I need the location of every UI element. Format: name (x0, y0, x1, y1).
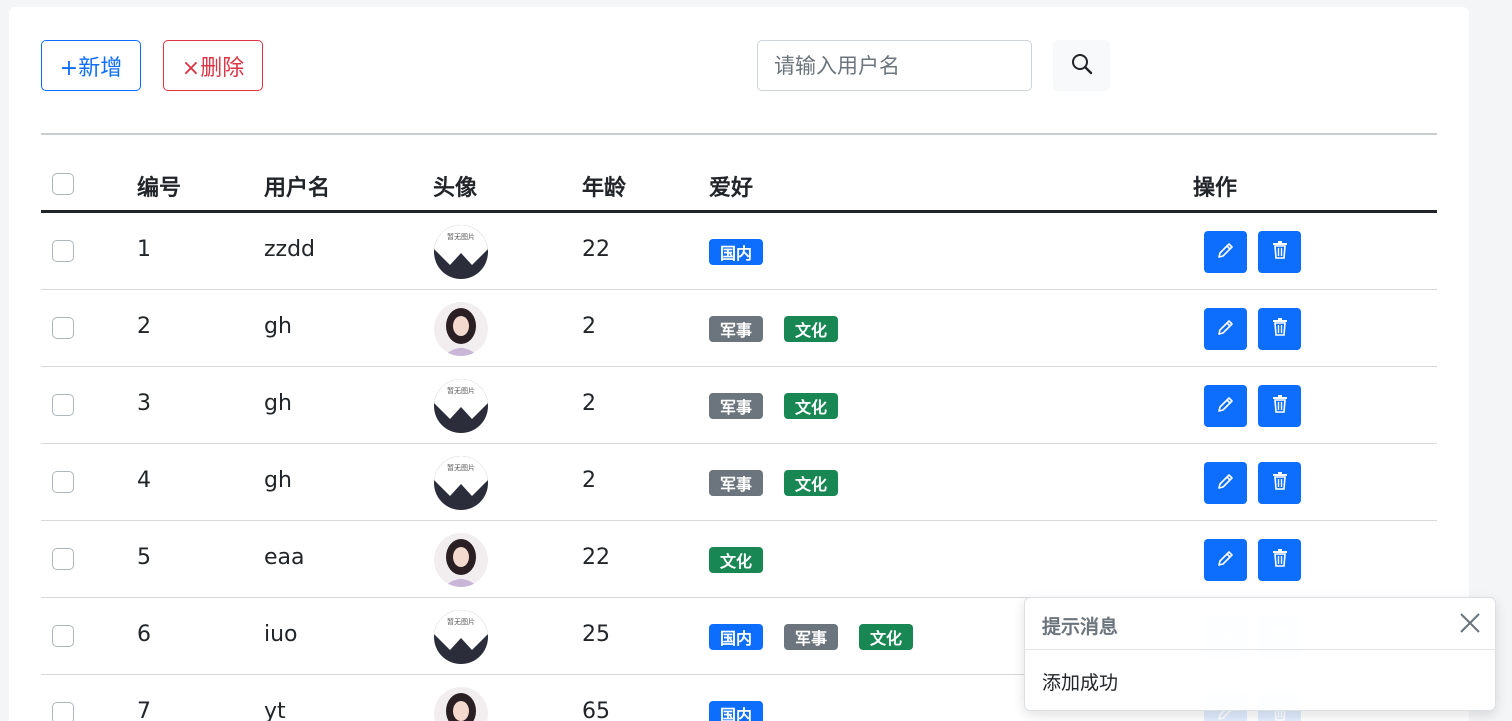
delete-row-button[interactable] (1258, 231, 1301, 273)
row-checkbox[interactable] (52, 240, 74, 262)
toast-header: 提示消息 (1025, 598, 1495, 650)
hobby-badge: 国内 (709, 701, 763, 721)
header-hobby: 爱好 (709, 176, 754, 201)
edit-button[interactable] (1204, 462, 1247, 504)
row-age: 65 (582, 699, 610, 721)
row-id: 2 (137, 314, 151, 339)
search-icon (1070, 52, 1094, 79)
username-search-input[interactable] (757, 40, 1032, 91)
row-age: 22 (582, 237, 610, 262)
delete-row-button[interactable] (1258, 308, 1301, 350)
pencil-icon (1216, 548, 1236, 572)
pencil-icon (1216, 240, 1236, 264)
avatar: 暂无图片 (434, 456, 488, 510)
hobby-badge: 文化 (784, 316, 838, 342)
table-row: 4 gh 暂无图片 2 军事 文化 (41, 444, 1437, 521)
avatar (434, 302, 488, 356)
svg-text:暂无图片: 暂无图片 (447, 617, 475, 626)
search-button[interactable] (1053, 40, 1110, 91)
row-checkbox[interactable] (52, 548, 74, 570)
avatar (434, 687, 488, 721)
divider (41, 133, 1437, 135)
avatar: 暂无图片 (434, 379, 488, 433)
toast-title: 提示消息 (1042, 616, 1119, 638)
table-row: 3 gh 暂无图片 2 军事 文化 (41, 367, 1437, 444)
edit-button[interactable] (1204, 308, 1247, 350)
hobby-badge: 军事 (709, 316, 763, 342)
avatar: 暂无图片 (434, 225, 488, 279)
table-header: 编号 用户名 头像 年龄 爱好 操作 (41, 158, 1437, 213)
row-id: 6 (137, 622, 151, 647)
close-icon[interactable] (1457, 610, 1483, 636)
toast-message: 添加成功 (1042, 672, 1119, 694)
table-row: 5 eaa 22 文化 (41, 521, 1437, 598)
table-row: 1 zzdd 暂无图片 22 国内 (41, 213, 1437, 290)
delete-row-button[interactable] (1258, 462, 1301, 504)
header-username: 用户名 (264, 176, 331, 201)
row-checkbox[interactable] (52, 702, 74, 721)
header-age: 年龄 (582, 176, 627, 201)
row-username: zzdd (264, 237, 316, 262)
svg-text:暂无图片: 暂无图片 (447, 386, 475, 395)
row-id: 4 (137, 468, 151, 493)
row-username: yt (264, 699, 286, 721)
hobby-badge: 国内 (709, 239, 763, 265)
row-age: 25 (582, 622, 610, 647)
row-checkbox[interactable] (52, 317, 74, 339)
svg-text:暂无图片: 暂无图片 (447, 232, 475, 241)
row-checkbox[interactable] (52, 394, 74, 416)
hobby-badge: 国内 (709, 624, 763, 650)
row-checkbox[interactable] (52, 471, 74, 493)
pencil-icon (1216, 471, 1236, 495)
trash-icon (1270, 548, 1290, 572)
pencil-icon (1216, 394, 1236, 418)
hobby-badge: 军事 (709, 470, 763, 496)
avatar (434, 533, 488, 587)
edit-button[interactable] (1204, 385, 1247, 427)
row-checkbox[interactable] (52, 625, 74, 647)
trash-icon (1270, 317, 1290, 341)
add-button[interactable]: +新增 (41, 40, 141, 91)
hobby-badge: 军事 (709, 393, 763, 419)
hobby-badge: 文化 (784, 470, 838, 496)
trash-icon (1270, 471, 1290, 495)
table-row: 2 gh 2 军事 文化 (41, 290, 1437, 367)
header-actions: 操作 (1193, 176, 1238, 201)
row-username: iuo (264, 622, 298, 647)
hobby-badge: 文化 (859, 624, 913, 650)
delete-row-button[interactable] (1258, 385, 1301, 427)
toast-notification: 提示消息 添加成功 (1024, 597, 1496, 711)
trash-icon (1270, 394, 1290, 418)
delete-row-button[interactable] (1258, 539, 1301, 581)
row-username: gh (264, 468, 292, 493)
row-username: gh (264, 391, 292, 416)
select-all-checkbox[interactable] (52, 173, 74, 195)
hobby-badge: 文化 (784, 393, 838, 419)
row-age: 2 (582, 468, 596, 493)
delete-selected-button[interactable]: ×删除 (163, 40, 263, 91)
pencil-icon (1216, 317, 1236, 341)
trash-icon (1270, 240, 1290, 264)
row-username: eaa (264, 545, 305, 570)
row-age: 2 (582, 391, 596, 416)
row-age: 22 (582, 545, 610, 570)
edit-button[interactable] (1204, 539, 1247, 581)
row-username: gh (264, 314, 292, 339)
hobby-badge: 军事 (784, 624, 838, 650)
row-id: 7 (137, 699, 151, 721)
row-id: 3 (137, 391, 151, 416)
svg-text:暂无图片: 暂无图片 (447, 463, 475, 472)
edit-button[interactable] (1204, 231, 1247, 273)
header-avatar: 头像 (433, 176, 478, 201)
avatar: 暂无图片 (434, 610, 488, 664)
hobby-badge: 文化 (709, 547, 763, 573)
header-id: 编号 (137, 176, 182, 201)
row-age: 2 (582, 314, 596, 339)
row-id: 1 (137, 237, 151, 262)
row-id: 5 (137, 545, 151, 570)
